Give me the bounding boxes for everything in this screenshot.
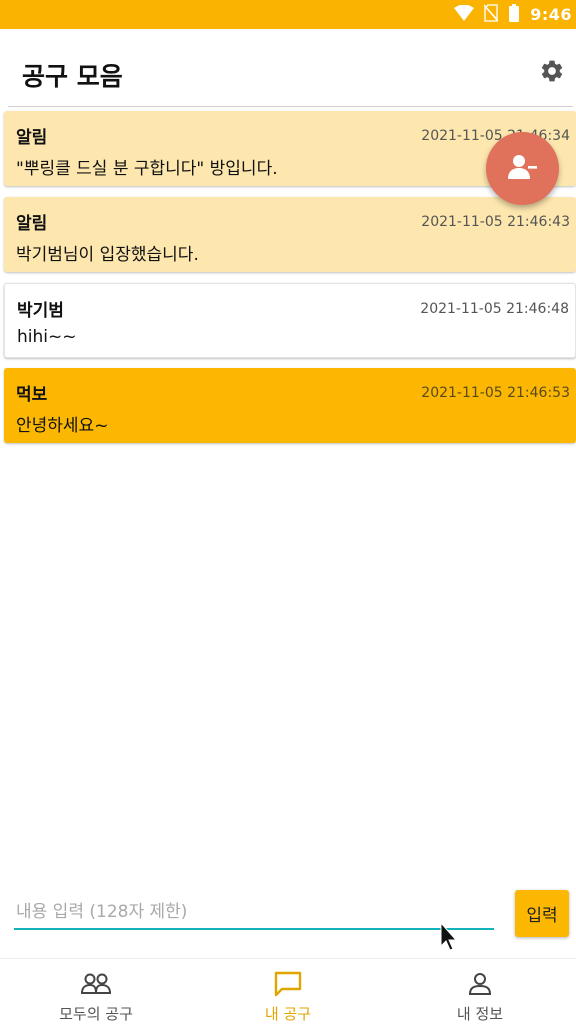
- mouse-pointer-icon: [440, 921, 458, 956]
- nav-item-my-groups[interactable]: 내 공구: [192, 959, 384, 1032]
- send-button[interactable]: 입력: [515, 890, 569, 937]
- status-bar: 9:46: [0, 0, 576, 29]
- message-sender: 먹보: [16, 385, 48, 405]
- bottom-navigation: 모두의 공구 내 공구 내 정보: [0, 958, 576, 1032]
- person-icon: [468, 969, 492, 999]
- battery-icon: [508, 3, 520, 26]
- settings-button[interactable]: [538, 59, 566, 87]
- nav-item-my-info[interactable]: 내 정보: [384, 959, 576, 1032]
- status-time: 9:46: [530, 5, 572, 24]
- message-sender: 알림: [16, 128, 48, 148]
- message-text: 안녕하세요~: [16, 416, 109, 436]
- no-sim-icon: [483, 3, 499, 26]
- message-card: 먹보 2021-11-05 21:46:53 안녕하세요~: [4, 368, 576, 443]
- nav-item-all-groups[interactable]: 모두의 공구: [0, 959, 192, 1032]
- message-time: 2021-11-05 21:46:43: [421, 214, 570, 230]
- wifi-icon: [454, 4, 475, 25]
- leave-room-button[interactable]: [486, 132, 559, 205]
- message-input[interactable]: [14, 896, 494, 930]
- app-bar-divider: [8, 106, 573, 107]
- group-icon: [81, 969, 111, 999]
- page-title: 공구 모음: [22, 62, 123, 91]
- message-text: 박기범님이 입장했습니다.: [16, 245, 199, 265]
- chat-icon: [274, 969, 302, 999]
- status-icons: 9:46: [454, 0, 572, 29]
- app-bar: 공구 모음: [0, 29, 576, 107]
- nav-label: 내 공구: [264, 1005, 312, 1023]
- message-text: hihi~~: [17, 327, 77, 347]
- message-time: 2021-11-05 21:46:48: [420, 301, 569, 317]
- message-card: 알림 2021-11-05 21:46:43 박기범님이 입장했습니다.: [4, 197, 576, 272]
- gear-icon: [539, 58, 565, 88]
- nav-label: 내 정보: [456, 1005, 504, 1023]
- message-sender: 알림: [16, 214, 48, 234]
- message-card: 박기범 2021-11-05 21:46:48 hihi~~: [4, 283, 576, 358]
- message-sender: 박기범: [17, 301, 64, 321]
- nav-label: 모두의 공구: [59, 1005, 133, 1023]
- message-time: 2021-11-05 21:46:53: [421, 385, 570, 401]
- remove-person-icon: [507, 154, 538, 184]
- message-text: "뿌링클 드실 분 구합니다" 방입니다.: [16, 159, 278, 179]
- message-composer: 입력: [0, 888, 576, 943]
